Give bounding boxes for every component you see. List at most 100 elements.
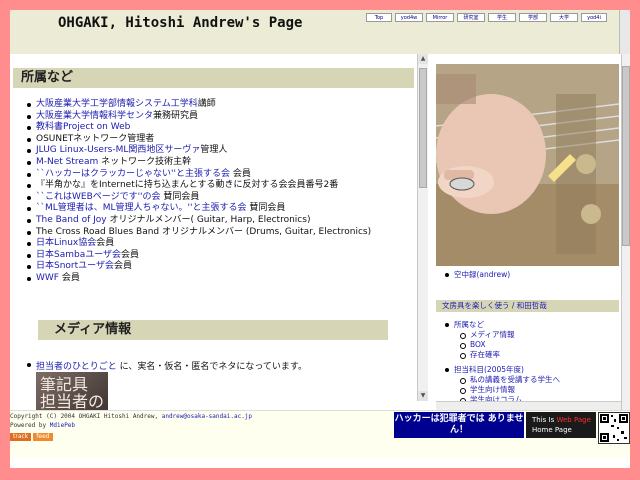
site-title: OHGAKI, Hitoshi Andrew's Page [58, 15, 303, 31]
banner-web-text2: Home Page [532, 426, 572, 434]
affiliation-link[interactable]: ``ML管理者は、ML管理人ちゃない。''と主張する会 [36, 203, 247, 213]
banner-web-red: Web Page [556, 416, 591, 424]
powered-link[interactable]: MdiePeb [50, 422, 75, 429]
side-menu: 所属など メディア情報 BOX 存在確率担当科目(2005年度) 私の講義を受講する学生… [444, 320, 560, 401]
web-page-banner[interactable]: This Is Web Page Home Page [526, 412, 596, 438]
affiliation-text: 兼務研究員 [153, 110, 199, 121]
affiliation-text: 会員 [113, 261, 132, 272]
affiliation-item: 日本Snortユーザ会会員 [26, 261, 416, 273]
top-nav: Top yod4w Mirror 研究室 学生 学部 大学 yod4i [366, 13, 607, 22]
affiliation-link[interactable]: 大阪産業大学情報科学センタ [36, 111, 153, 121]
affiliation-link[interactable]: 日本Linux協会 [36, 238, 96, 248]
side-scrollbar[interactable] [621, 54, 630, 411]
main-scrollbar[interactable]: ▲ ▼ [417, 54, 428, 401]
affiliation-link[interactable]: 日本Snortユーザ会 [36, 261, 114, 271]
affiliation-item: The Cross Road Blues Band オリジナルメンバー (Dru… [26, 227, 416, 239]
affiliation-link[interactable]: 教科書Project on Web [36, 122, 130, 132]
nav-yod4w[interactable]: yod4w [395, 13, 423, 22]
scroll-up-arrow-icon[interactable]: ▲ [418, 54, 428, 64]
track-badge[interactable]: track [10, 433, 32, 441]
promo-link[interactable]: 文房具を楽しく使う / 和田哲哉 [436, 300, 619, 312]
side-menu-head[interactable]: 所属など [444, 320, 560, 330]
media-text: に、実名・仮名・匿名でネタになっています。 [116, 362, 307, 372]
affiliation-text: OSUNETネットワーク管理者 [36, 133, 155, 144]
affiliation-item: 教科書Project on Web [26, 122, 416, 134]
affiliation-text: 賛同会員 [246, 203, 286, 214]
affiliation-text: 講師 [197, 99, 216, 109]
nav-university[interactable]: 大学 [550, 13, 578, 22]
affiliation-heading: 所属など [13, 68, 414, 88]
email-link[interactable]: andrew@osaka-sandai.ac.jp [162, 413, 252, 420]
side-menu-item[interactable]: BOX [444, 340, 560, 350]
affiliation-text: オリジナルメンバー( Guitar, Harp, Electronics) [106, 214, 311, 225]
main-scroll-thumb[interactable] [419, 68, 427, 188]
affiliation-text: The Cross Road Blues Band オリジナルメンバー (Dru… [36, 226, 372, 237]
affiliation-text: 管理人 [200, 145, 228, 156]
affiliation-link[interactable]: JLUG Linux-Users-ML関西地区サーヴァ [36, 145, 200, 155]
media-thumbnail[interactable]: 筆記具 担当者の [36, 372, 108, 411]
affiliation-item: JLUG Linux-Users-ML関西地区サーヴァ管理人 [26, 145, 416, 157]
side-menu-head[interactable]: 担当科目(2005年度) [444, 365, 560, 375]
nav-students[interactable]: 学生 [488, 13, 516, 22]
affiliation-item: ``ハッカーはクラッカーじゃない''と主張する会 会員 [26, 169, 416, 181]
copyright-line: Copyright (C) 2004 OHGAKI Hitoshi Andrew… [10, 413, 252, 420]
nav-yod4i[interactable]: yod4i [581, 13, 607, 22]
affiliation-item: ``これはWEBページです''の会 賛同会員 [26, 192, 416, 204]
affiliation-text: 賛同会員 [160, 191, 200, 202]
affiliation-item: 大阪産業大学工学部情報システム工学科講師 [26, 99, 416, 111]
side-scroll-thumb[interactable] [622, 66, 630, 246]
side-pane: 空中録(andrew) 文房具を楽しく使う / 和田哲哉 所属など メディア情報 B… [436, 64, 621, 401]
affiliation-text: 『半角かな』をInternetに持ち込まんとする動きに反対する会会員番号2番 [36, 180, 339, 191]
affiliation-link[interactable]: 大阪産業大学工学部情報システム工学科 [36, 99, 198, 109]
feed-badge[interactable]: feed [33, 433, 53, 441]
affiliation-text: 会員 [58, 272, 80, 283]
affiliation-item: OSUNETネットワーク管理者 [26, 134, 416, 146]
affiliation-link[interactable]: 日本Sambaユーザ会 [36, 250, 121, 260]
affiliation-text: 会員 [229, 168, 251, 179]
affiliation-link[interactable]: The Band of Joy [36, 215, 107, 225]
page-header: OHGAKI, Hitoshi Andrew's Page Top yod4w … [10, 10, 630, 54]
side-menu-item[interactable]: 学生向け情報 [444, 385, 560, 395]
banner-web-text1: This Is [532, 416, 557, 424]
nav-top[interactable]: Top [366, 13, 392, 22]
affiliation-item: 大阪産業大学情報科学センタ兼務研究員 [26, 111, 416, 123]
feed-badges: track feed [10, 433, 53, 441]
qr-code-art [600, 414, 628, 442]
side-menu-item[interactable]: メディア情報 [444, 330, 560, 340]
page-footer: Copyright (C) 2004 OHGAKI Hitoshi Andrew… [10, 410, 630, 458]
photo-caption[interactable]: 空中録(andrew) [444, 270, 510, 280]
main-pane: 所属など 大阪産業大学工学部情報システム工学科講師 大阪産業大学情報科学センタ兼務… [10, 54, 428, 411]
affiliation-item: ``ML管理者は、ML管理人ちゃない。''と主張する会 賛同会員 [26, 203, 416, 215]
hacker-banner[interactable]: ハッカーは犯罪者では ありません！ [394, 412, 524, 438]
nav-mirror[interactable]: Mirror [426, 13, 454, 22]
affiliation-link[interactable]: WWF [36, 273, 59, 283]
powered-text: Powered by [10, 422, 50, 429]
affiliation-item: 『半角かな』をInternetに持ち込まんとする動きに反対する会会員番号2番 [26, 180, 416, 192]
side-menu-item[interactable]: 私の講義を受講する学生へ [444, 375, 560, 385]
affiliation-link[interactable]: M-Net Stream [36, 157, 98, 167]
guitar-photo-art [436, 64, 619, 266]
guitar-photo [436, 64, 619, 266]
media-heading: メディア情報 [38, 320, 388, 340]
nav-faculty[interactable]: 学部 [519, 13, 547, 22]
side-menu-item[interactable]: 存在確率 [444, 350, 560, 360]
affiliation-text: ネットワーク技術主幹 [98, 156, 192, 167]
affiliation-list: 大阪産業大学工学部情報システム工学科講師 大阪産業大学情報科学センタ兼務研究員 教科… [26, 99, 416, 285]
affiliation-link[interactable]: ``ハッカーはクラッカーじゃない''と主張する会 [36, 169, 230, 179]
photo-caption-row: 空中録(andrew) [444, 270, 510, 280]
qr-code [598, 412, 630, 444]
copyright-text: Copyright (C) 2004 OHGAKI Hitoshi Andrew… [10, 413, 162, 420]
affiliation-text: 会員 [96, 238, 115, 249]
media-link[interactable]: 担当者のひとりごと [36, 362, 117, 372]
affiliation-link[interactable]: ``これはWEBページです''の会 [36, 192, 161, 202]
affiliation-item: M-Net Stream ネットワーク技術主幹 [26, 157, 416, 169]
media-line: 担当者のひとりごと に、実名・仮名・匿名でネタになっています。 [26, 359, 307, 372]
nav-lab[interactable]: 研究室 [457, 13, 485, 22]
affiliation-text: 会員 [121, 249, 140, 260]
affiliation-item: 日本Linux協会会員 [26, 238, 416, 250]
affiliation-item: WWF 会員 [26, 273, 416, 285]
powered-line: Powered by MdiePeb [10, 422, 75, 429]
affiliation-item: The Band of Joy オリジナルメンバー( Guitar, Harp,… [26, 215, 416, 227]
scroll-down-arrow-icon[interactable]: ▼ [418, 391, 428, 401]
header-scrollbar[interactable] [619, 10, 630, 54]
